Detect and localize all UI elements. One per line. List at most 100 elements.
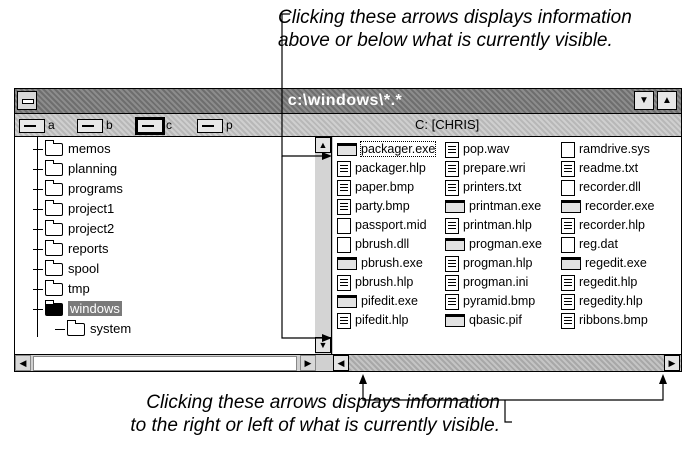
callout-vertical-arrows: Clicking these arrows displays informati… <box>278 6 697 52</box>
open-folder-icon <box>45 300 63 317</box>
tree-item-windows[interactable]: windows <box>33 299 122 319</box>
drive-bar: a b c p C: [CHRIS] <box>15 114 681 137</box>
tree-item-tmp[interactable]: tmp <box>33 279 90 299</box>
file-item[interactable]: recorder.hlp <box>561 216 645 235</box>
document-icon <box>337 312 351 329</box>
document-icon <box>561 312 575 329</box>
tree-item-memos[interactable]: memos <box>33 139 111 159</box>
application-icon <box>337 143 357 157</box>
file-item[interactable]: pbrush.hlp <box>337 273 413 292</box>
file-item[interactable]: pbrush.dll <box>337 235 409 254</box>
file-icon <box>561 179 575 196</box>
tree-vertical-scrollbar[interactable]: ▲ ▼ <box>315 137 332 354</box>
scroll-left-button[interactable]: ◀ <box>15 355 31 371</box>
document-icon <box>337 198 351 215</box>
tree-item-programs[interactable]: programs <box>33 179 123 199</box>
network-drive-icon <box>197 118 223 133</box>
file-manager-window: c:\windows\*.* ▼ ▲ a b c p C: [CHRIS] me… <box>14 88 682 372</box>
application-icon <box>445 314 465 328</box>
drive-a[interactable]: a <box>19 117 55 133</box>
file-item[interactable]: packager.hlp <box>337 159 426 178</box>
document-icon <box>445 160 459 177</box>
floppy-drive-icon <box>77 118 103 133</box>
application-icon <box>445 238 465 252</box>
tree-item-system[interactable]: system <box>55 319 131 339</box>
file-item[interactable]: pifedit.hlp <box>337 311 409 330</box>
scroll-track[interactable] <box>33 356 297 371</box>
file-item[interactable]: pifedit.exe <box>337 292 418 311</box>
file-item[interactable]: regedity.hlp <box>561 292 643 311</box>
drive-c[interactable]: c <box>135 116 172 135</box>
file-item[interactable]: printers.txt <box>445 178 521 197</box>
scroll-down-button[interactable]: ▼ <box>315 337 331 353</box>
tree-item-project1[interactable]: project1 <box>33 199 114 219</box>
file-item[interactable]: ribbons.bmp <box>561 311 648 330</box>
scroll-left-button[interactable]: ◀ <box>333 355 349 371</box>
file-item[interactable]: pbrush.exe <box>337 254 423 273</box>
callout-line: to the right or left of what is currentl… <box>130 415 500 436</box>
file-item[interactable]: paper.bmp <box>337 178 414 197</box>
file-item[interactable]: progman.exe <box>445 235 542 254</box>
minimize-button[interactable]: ▼ <box>634 91 654 110</box>
drive-letter: c <box>166 118 172 132</box>
file-item[interactable]: pop.wav <box>445 140 510 159</box>
drive-b[interactable]: b <box>77 117 113 133</box>
file-item[interactable]: qbasic.pif <box>445 311 522 330</box>
file-item[interactable]: regedit.exe <box>561 254 647 273</box>
document-icon <box>561 293 575 310</box>
drive-letter: a <box>48 118 55 132</box>
maximize-button[interactable]: ▲ <box>657 91 677 110</box>
file-item[interactable]: recorder.exe <box>561 197 654 216</box>
folder-icon <box>45 280 63 297</box>
callout-horizontal-arrows: Clicking these arrows displays informati… <box>20 391 500 437</box>
document-icon <box>561 160 575 177</box>
file-item[interactable]: readme.txt <box>561 159 638 178</box>
folder-icon <box>67 320 85 337</box>
document-icon <box>445 274 459 291</box>
file-item[interactable]: reg.dat <box>561 235 618 254</box>
drive-label: C: [CHRIS] <box>415 117 480 132</box>
file-item[interactable]: printman.hlp <box>445 216 532 235</box>
tree-item-reports[interactable]: reports <box>33 239 108 259</box>
file-item[interactable]: ramdrive.sys <box>561 140 650 159</box>
drive-p[interactable]: p <box>197 117 233 133</box>
document-icon <box>445 141 459 158</box>
file-item[interactable]: regedit.hlp <box>561 273 637 292</box>
drive-letter: p <box>226 118 233 132</box>
title-bar[interactable]: c:\windows\*.* ▼ ▲ <box>15 89 681 114</box>
scroll-up-button[interactable]: ▲ <box>315 137 331 153</box>
files-horizontal-scrollbar[interactable]: ◀ ▶ <box>333 354 681 371</box>
application-icon <box>337 295 357 309</box>
tree-item-spool[interactable]: spool <box>33 259 99 279</box>
file-item[interactable]: pyramid.bmp <box>445 292 535 311</box>
callout-line: Clicking these arrows displays informati… <box>146 392 500 413</box>
file-item[interactable]: progman.ini <box>445 273 528 292</box>
file-item[interactable]: prepare.wri <box>445 159 526 178</box>
document-icon <box>445 255 459 272</box>
floppy-drive-icon <box>19 118 45 133</box>
document-icon <box>445 179 459 196</box>
file-icon <box>561 236 575 253</box>
file-list: packager.exe packager.hlp paper.bmp part… <box>333 137 681 354</box>
scroll-right-button[interactable]: ▶ <box>664 355 680 371</box>
file-item[interactable]: party.bmp <box>337 197 410 216</box>
folder-icon <box>45 220 63 237</box>
file-item[interactable]: progman.hlp <box>445 254 533 273</box>
file-item[interactable]: printman.exe <box>445 197 541 216</box>
file-item[interactable]: passport.mid <box>337 216 427 235</box>
callout-line: Clicking these arrows displays informati… <box>278 7 632 28</box>
system-menu-button[interactable] <box>17 91 37 110</box>
scroll-right-button[interactable]: ▶ <box>300 355 316 371</box>
tree-item-planning[interactable]: planning <box>33 159 117 179</box>
file-item[interactable]: recorder.dll <box>561 178 641 197</box>
document-icon <box>445 293 459 310</box>
tree-item-project2[interactable]: project2 <box>33 219 114 239</box>
file-icon <box>337 236 351 253</box>
application-icon <box>561 257 581 271</box>
file-item[interactable]: packager.exe <box>337 140 437 159</box>
tree-horizontal-scrollbar[interactable]: ◀ ▶ <box>15 354 333 371</box>
folder-icon <box>45 240 63 257</box>
folder-icon <box>45 180 63 197</box>
callout-line: above or below what is currently visible… <box>278 30 613 51</box>
file-icon <box>561 141 575 158</box>
